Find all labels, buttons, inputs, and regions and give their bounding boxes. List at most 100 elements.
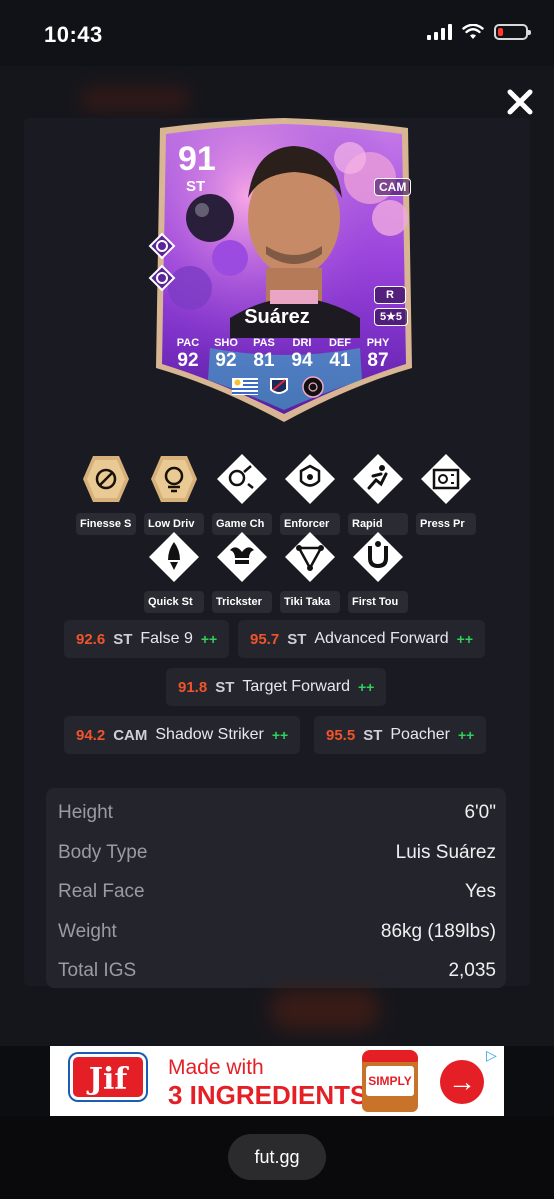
role-position: ST xyxy=(113,630,133,648)
info-label: Height xyxy=(58,802,113,823)
mls-league-icon xyxy=(270,378,288,394)
playstyle-item[interactable]: Finesse S xyxy=(76,452,136,535)
finesse-shot-icon xyxy=(83,456,129,502)
info-row: Body Type Luis Suárez xyxy=(58,842,496,864)
role-name: Target Forward xyxy=(242,678,350,695)
preferred-foot: R xyxy=(374,286,406,304)
ad-banner[interactable]: Jif Made with 3 INGREDIENTS SIMPLY → ▷ xyxy=(50,1046,504,1116)
role-chip[interactable]: 94.2 CAM Shadow Striker ++ xyxy=(64,716,301,754)
stat-value: 41 xyxy=(329,350,351,371)
role-score: 91.8 xyxy=(178,678,208,696)
info-value: 6'0" xyxy=(464,802,496,823)
role-plus: ++ xyxy=(457,727,475,743)
card-stat-labels: PAC SHO PAS DRI DEF PHY xyxy=(172,337,394,349)
info-row: Real Face Yes xyxy=(58,881,496,903)
role-position: CAM xyxy=(113,726,148,744)
role-score: 95.7 xyxy=(250,630,280,648)
ad-arrow-button[interactable]: → xyxy=(440,1060,484,1104)
playstyle-label: Finesse S xyxy=(76,513,136,535)
playstyle-label: Press Pr xyxy=(416,513,476,535)
battery-icon xyxy=(494,24,531,40)
info-label: Real Face xyxy=(58,881,145,902)
enforcer-icon xyxy=(285,454,335,504)
stat-label: DEF xyxy=(329,337,351,349)
player-info-table: Height 6'0" Body Type Luis Suárez Real F… xyxy=(46,788,506,988)
address-bar[interactable]: fut.gg xyxy=(228,1134,326,1180)
role-score: 94.2 xyxy=(76,726,106,744)
backdrop-blurred-element xyxy=(80,86,190,112)
stat-label: PAC xyxy=(176,337,200,349)
close-button[interactable] xyxy=(504,86,536,118)
role-score: 95.5 xyxy=(326,726,356,744)
info-row: Total IGS 2,035 xyxy=(58,960,496,982)
stat-value: 92 xyxy=(215,350,237,371)
playstyle-item[interactable]: First Tou xyxy=(348,530,408,613)
close-icon xyxy=(507,89,533,115)
stat-label: PAS xyxy=(253,337,275,349)
playstyle-item[interactable]: Tiki Taka xyxy=(280,530,340,613)
info-row: Height 6'0" xyxy=(58,802,496,824)
role-name: Shadow Striker xyxy=(155,726,264,743)
info-value: Yes xyxy=(465,881,496,902)
info-value: 2,035 xyxy=(448,960,496,981)
role-chip[interactable]: 95.7 ST Advanced Forward ++ xyxy=(238,620,486,658)
card-rating: 91 xyxy=(178,140,216,178)
playstyle-label: Tiki Taka xyxy=(280,591,340,613)
card-player-name: Suárez xyxy=(244,306,310,328)
info-value: 86kg (189lbs) xyxy=(380,921,496,942)
playstyle-item[interactable]: Quick St xyxy=(144,530,204,613)
status-time: 10:43 xyxy=(44,22,103,47)
ad-headline-line1: Made with xyxy=(168,1056,264,1079)
playstyle-plus-badge-icon xyxy=(148,264,176,292)
playstyle-item[interactable]: Press Pr xyxy=(416,452,476,535)
info-label: Weight xyxy=(58,921,117,942)
cellular-signal-icon xyxy=(427,24,452,40)
rapid-icon xyxy=(353,454,403,504)
jif-logo: Jif xyxy=(70,1054,146,1100)
role-name: Poacher xyxy=(390,726,450,743)
stat-value: 81 xyxy=(253,350,275,371)
role-chip[interactable]: 92.6 ST False 9 ++ xyxy=(64,620,230,658)
role-chip[interactable]: 95.5 ST Poacher ++ xyxy=(314,716,487,754)
ad-choices-icon[interactable]: ▷ xyxy=(486,1048,500,1062)
playstyle-item[interactable]: Rapid xyxy=(348,452,408,535)
peanut-butter-jar-icon: SIMPLY xyxy=(362,1050,418,1112)
card-stat-values: 92 92 81 94 41 87 xyxy=(172,350,394,372)
info-label: Total IGS xyxy=(58,960,137,981)
info-value: Luis Suárez xyxy=(395,842,496,863)
stat-label: PHY xyxy=(366,337,390,349)
playstyle-item[interactable]: Game Ch xyxy=(212,452,272,535)
info-label: Body Type xyxy=(58,842,148,863)
stat-label: DRI xyxy=(292,337,312,349)
tiki-taka-icon xyxy=(285,532,335,582)
stat-label: SHO xyxy=(214,337,238,349)
info-row: Weight 86kg (189lbs) xyxy=(58,921,496,943)
role-plus: ++ xyxy=(357,679,375,695)
stat-value: 94 xyxy=(291,350,313,371)
role-score: 92.6 xyxy=(76,630,106,648)
role-plus: ++ xyxy=(456,631,474,647)
stat-value: 87 xyxy=(367,350,389,371)
playstyle-item[interactable]: Trickster xyxy=(212,530,272,613)
role-plus: ++ xyxy=(271,727,289,743)
role-position: ST xyxy=(287,630,307,648)
ad-headline-line2: 3 INGREDIENTS xyxy=(168,1080,368,1110)
playstyle-item[interactable]: Low Driv xyxy=(144,452,204,535)
playstyle-label: Quick St xyxy=(144,591,204,613)
playstyle-label: Trickster xyxy=(212,591,272,613)
uruguay-flag-icon xyxy=(232,378,258,395)
trickster-icon xyxy=(217,532,267,582)
quick-step-icon xyxy=(149,532,199,582)
stat-value: 92 xyxy=(177,350,199,371)
role-position: ST xyxy=(363,726,383,744)
playstyle-item[interactable]: Enforcer xyxy=(280,452,340,535)
role-position: ST xyxy=(215,678,235,696)
backdrop-blurred-element xyxy=(270,990,380,1030)
card-position: ST xyxy=(186,178,206,195)
card-alt-position: CAM xyxy=(374,178,412,196)
role-chip[interactable]: 91.8 ST Target Forward ++ xyxy=(166,668,387,706)
jar-label: SIMPLY xyxy=(366,1066,414,1096)
status-bar: 10:43 xyxy=(0,0,554,66)
playstyle-label: First Tou xyxy=(348,591,408,613)
role-plus: ++ xyxy=(200,631,218,647)
